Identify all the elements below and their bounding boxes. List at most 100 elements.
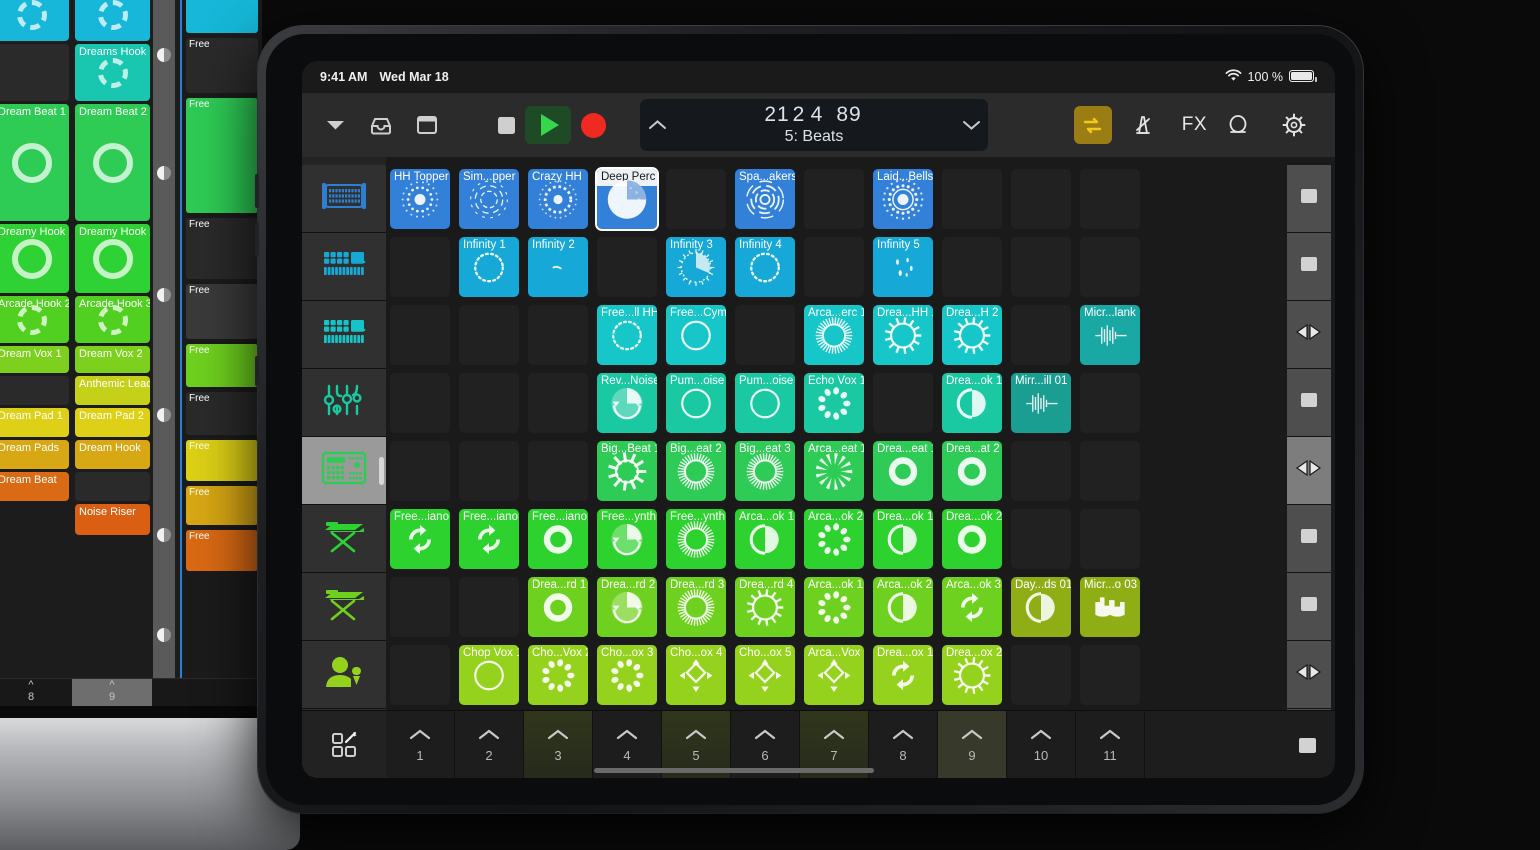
loop-cell[interactable]: Big...eat 3: [735, 441, 795, 501]
lcd-down-icon[interactable]: [954, 119, 988, 131]
loop-cell[interactable]: Pum...oise: [735, 373, 795, 433]
scene-column-9[interactable]: 9: [938, 711, 1007, 778]
loop-cell[interactable]: Free...ynth: [666, 509, 726, 569]
loop-cell[interactable]: Arca...ok 2: [804, 509, 864, 569]
loop-cell[interactable]: Chop Vox 1: [459, 645, 519, 705]
loop-cell[interactable]: Drea...rd 1: [528, 577, 588, 637]
loop-cell[interactable]: Big...Beat 1: [597, 441, 657, 501]
loop-cell[interactable]: Drea...ok 2: [942, 509, 1002, 569]
empty-cell-slot[interactable]: [459, 441, 519, 501]
loop-cell[interactable]: Arca...ok 2: [873, 577, 933, 637]
track-header-6[interactable]: [302, 573, 386, 641]
loop-cell[interactable]: Drea...ox 2: [942, 645, 1002, 705]
loop-cell[interactable]: Drea...rd 4: [735, 577, 795, 637]
loop-cell[interactable]: Free...iano: [390, 509, 450, 569]
empty-cell-slot[interactable]: [390, 237, 450, 297]
empty-cell-slot[interactable]: [459, 305, 519, 365]
track-header-0[interactable]: [302, 165, 386, 233]
volume-down-button[interactable]: [255, 222, 259, 256]
loop-cell[interactable]: Big...eat 2: [666, 441, 726, 501]
empty-cell-slot[interactable]: [390, 441, 450, 501]
empty-cell-slot[interactable]: [390, 645, 450, 705]
empty-cell-slot[interactable]: [528, 441, 588, 501]
cell-edit-button[interactable]: [302, 711, 386, 778]
scene-trigger-6[interactable]: [1287, 505, 1331, 573]
empty-cell-slot[interactable]: [1011, 645, 1071, 705]
empty-cell-slot[interactable]: [459, 373, 519, 433]
loop-cell[interactable]: Deep Perc: [595, 167, 659, 231]
loop-cell[interactable]: Cho...ox 3: [597, 645, 657, 705]
loop-cell[interactable]: Drea...at 2: [942, 441, 1002, 501]
scene-column-10[interactable]: 10: [1007, 711, 1076, 778]
loop-cell[interactable]: Rev...Noise: [597, 373, 657, 433]
loop-cell[interactable]: Laid...Bells: [873, 169, 933, 229]
loop-cell[interactable]: Cho...ox 4: [666, 645, 726, 705]
empty-cell-slot[interactable]: [1080, 169, 1140, 229]
library-tray-icon[interactable]: [364, 108, 398, 142]
scene-trigger-1[interactable]: [1287, 165, 1331, 233]
track-header-5[interactable]: [302, 505, 386, 573]
empty-cell-slot[interactable]: [1011, 169, 1071, 229]
loop-cell[interactable]: Sim...pper: [459, 169, 519, 229]
loop-cell[interactable]: Drea...HH 1: [873, 305, 933, 365]
stop-all-button[interactable]: [1279, 711, 1335, 778]
record-button[interactable]: [581, 112, 606, 138]
empty-cell-slot[interactable]: [804, 169, 864, 229]
loop-cell[interactable]: Infinity 2: [528, 237, 588, 297]
empty-cell-slot[interactable]: [873, 373, 933, 433]
loop-cell[interactable]: Cho...Vox 2: [528, 645, 588, 705]
gear-icon[interactable]: [1277, 108, 1311, 142]
view-window-icon[interactable]: [410, 108, 444, 142]
scene-trigger-4[interactable]: [1287, 369, 1331, 437]
scene-trigger-7[interactable]: [1287, 573, 1331, 641]
horizontal-scrollbar[interactable]: [594, 768, 874, 773]
metronome-icon[interactable]: [1126, 108, 1160, 142]
empty-cell-slot[interactable]: [528, 305, 588, 365]
play-button[interactable]: [525, 106, 571, 144]
empty-cell-slot[interactable]: [1080, 509, 1140, 569]
scene-trigger-3[interactable]: [1287, 301, 1331, 369]
lcd-up-icon[interactable]: [640, 119, 674, 131]
loop-cell[interactable]: Free...iano: [528, 509, 588, 569]
empty-cell-slot[interactable]: [597, 237, 657, 297]
side-button[interactable]: [255, 356, 259, 386]
loop-cell[interactable]: Arca...Vox: [804, 645, 864, 705]
loop-cell[interactable]: Arca...eat 1: [804, 441, 864, 501]
loop-cell[interactable]: Infinity 1: [459, 237, 519, 297]
master-volume-icon[interactable]: [1221, 108, 1255, 142]
track-resize-handle[interactable]: [379, 456, 384, 485]
loop-cell[interactable]: Micr...o 03: [1080, 577, 1140, 637]
loop-cell[interactable]: Mirr...ill 01: [1011, 373, 1071, 433]
track-header-2[interactable]: [302, 301, 386, 369]
empty-cell-slot[interactable]: [666, 169, 726, 229]
loop-cell[interactable]: Day...ds 01: [1011, 577, 1071, 637]
loop-cell[interactable]: Drea...rd 2: [597, 577, 657, 637]
scene-column-1[interactable]: 1: [386, 711, 455, 778]
stop-button[interactable]: [498, 116, 515, 134]
loop-cell[interactable]: Free...iano: [459, 509, 519, 569]
track-header-1[interactable]: [302, 233, 386, 301]
loop-cell[interactable]: Arca...erc 1: [804, 305, 864, 365]
loop-cell[interactable]: Spa...akers: [735, 169, 795, 229]
track-header-3[interactable]: [302, 369, 386, 437]
loop-cell[interactable]: Arca...ok 1: [804, 577, 864, 637]
empty-cell-slot[interactable]: [942, 169, 1002, 229]
loop-cell[interactable]: Infinity 4: [735, 237, 795, 297]
empty-cell-slot[interactable]: [1080, 237, 1140, 297]
scene-trigger-2[interactable]: [1287, 233, 1331, 301]
empty-cell-slot[interactable]: [804, 237, 864, 297]
loop-cell[interactable]: Infinity 5: [873, 237, 933, 297]
loop-cell[interactable]: HH Topper: [390, 169, 450, 229]
loop-cell[interactable]: Arca...ok 1: [735, 509, 795, 569]
chevron-down-icon[interactable]: [318, 108, 352, 142]
empty-cell-slot[interactable]: [1011, 237, 1071, 297]
empty-cell-slot[interactable]: [942, 237, 1002, 297]
empty-cell-slot[interactable]: [390, 577, 450, 637]
loop-cell[interactable]: Micr...lank: [1080, 305, 1140, 365]
track-header-7[interactable]: [302, 641, 386, 709]
lcd-display[interactable]: 21 2 4 89 5: Beats: [640, 99, 988, 151]
loop-cell[interactable]: Drea...ok 1: [942, 373, 1002, 433]
empty-cell-slot[interactable]: [390, 373, 450, 433]
loop-cell[interactable]: Echo Vox 1: [804, 373, 864, 433]
empty-cell-slot[interactable]: [1011, 305, 1071, 365]
